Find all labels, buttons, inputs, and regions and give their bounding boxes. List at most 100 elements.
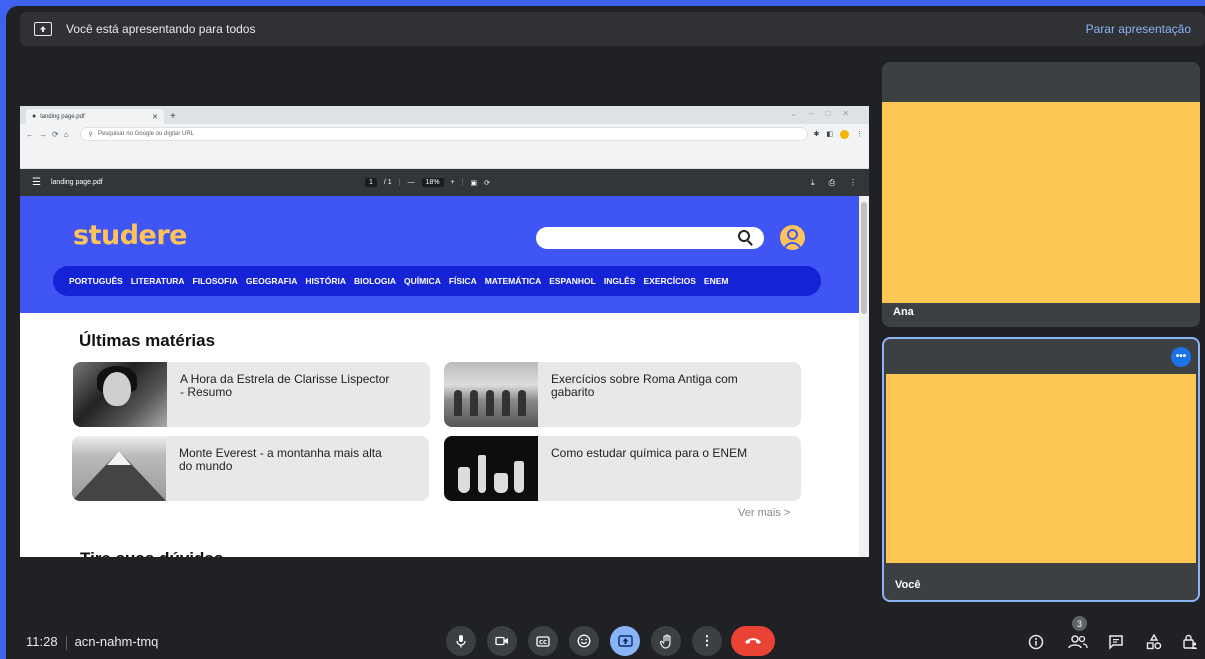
- nav-item[interactable]: MATEMÁTICA: [485, 276, 542, 286]
- raise-hand-button[interactable]: [651, 626, 681, 656]
- camera-button[interactable]: [487, 626, 517, 656]
- more-options-icon[interactable]: •••: [1171, 347, 1191, 367]
- article-card[interactable]: Como estudar química para o ENEM: [444, 436, 801, 501]
- microphone-icon: [456, 635, 466, 648]
- nav-item[interactable]: LITERATURA: [131, 276, 185, 286]
- pdf-content: studere PORTUGUÊS LITERATURA FILOSOFIA G…: [20, 196, 869, 557]
- article-thumbnail: [444, 436, 538, 501]
- nav-item[interactable]: INGLÊS: [604, 276, 636, 286]
- browser-tab-title: landing page.pdf: [40, 113, 85, 120]
- pdf-page-total: / 1: [383, 179, 392, 186]
- profile-avatar-icon[interactable]: [840, 129, 849, 139]
- camera-icon: [495, 636, 508, 646]
- search-icon[interactable]: [738, 230, 750, 242]
- leave-call-button[interactable]: [731, 626, 775, 656]
- nav-item[interactable]: QUÍMICA: [404, 276, 441, 286]
- browser-nav-icons[interactable]: ←→⟳⌂: [26, 130, 74, 139]
- more-vert-icon: ⋮: [700, 633, 714, 648]
- chat-button[interactable]: [1104, 630, 1128, 654]
- tab-close-icon[interactable]: ✕: [152, 113, 158, 121]
- nav-item[interactable]: ESPANHOL: [549, 276, 596, 286]
- scroll-thumb[interactable]: [861, 202, 867, 314]
- divider: |: [398, 179, 401, 186]
- participant-tile-ana[interactable]: Ana: [882, 62, 1200, 327]
- latest-articles-heading: Últimas matérias: [79, 331, 216, 350]
- more-options-button[interactable]: ⋮: [692, 626, 722, 656]
- article-thumbnail: [73, 362, 167, 427]
- participant-video: [882, 102, 1200, 303]
- extensions-icon[interactable]: ✱: [814, 130, 820, 138]
- emoji-icon: [577, 634, 591, 648]
- nav-item[interactable]: FÍSICA: [449, 276, 477, 286]
- menu-icon[interactable]: ☰: [32, 177, 41, 188]
- article-card[interactable]: Monte Everest - a montanha mais alta do …: [72, 436, 429, 501]
- activities-button[interactable]: [1142, 630, 1166, 654]
- new-tab-icon[interactable]: +: [170, 111, 176, 122]
- pdf-file-name: landing page.pdf: [50, 179, 103, 186]
- participant-name: Você: [895, 579, 921, 591]
- microphone-button[interactable]: [446, 626, 476, 656]
- pdf-zoom-input[interactable]: 18%: [421, 178, 444, 187]
- article-title: A Hora da Estrela de Clarisse Lispector …: [180, 372, 390, 399]
- participant-tile-you[interactable]: ••• Você: [882, 337, 1200, 602]
- article-title: Exercícios sobre Roma Antiga com gabarit…: [551, 372, 738, 399]
- address-bar[interactable]: ⚲ Pesquisar no Google ou digitar URL: [79, 127, 808, 141]
- reactions-button[interactable]: [569, 626, 599, 656]
- nav-item[interactable]: PORTUGUÊS: [69, 276, 123, 286]
- fit-page-icon[interactable]: ▣: [470, 179, 477, 187]
- site-search-input[interactable]: [536, 227, 764, 249]
- article-card[interactable]: A Hora da Estrela de Clarisse Lispector …: [73, 362, 430, 427]
- participant-video: [886, 374, 1196, 563]
- window-controls-icon[interactable]: ⌄–□✕: [790, 109, 861, 118]
- user-avatar-icon[interactable]: [780, 225, 805, 250]
- pdf-scrollbar[interactable]: [859, 196, 869, 557]
- browser-tab[interactable]: ● landing page.pdf ✕: [26, 109, 164, 124]
- people-icon: [1068, 635, 1088, 649]
- browser-menu-icon[interactable]: ⋮: [856, 130, 863, 138]
- nav-item[interactable]: BIOLOGIA: [354, 276, 396, 286]
- captions-icon: CC: [536, 635, 550, 647]
- people-button[interactable]: [1066, 630, 1090, 654]
- pdf-page-controls: 1 / 1 | — 18% + | ▣ ⟳: [365, 178, 490, 187]
- see-more-link[interactable]: Ver mais >: [738, 507, 790, 519]
- nav-item[interactable]: FILOSOFIA: [193, 276, 238, 286]
- lock-person-icon: [1183, 634, 1197, 649]
- zoom-out-icon[interactable]: —: [408, 179, 415, 186]
- browser-tab-strip: ● landing page.pdf ✕ + ⌄–□✕: [20, 106, 869, 124]
- article-title: Como estudar química para o ENEM: [551, 446, 748, 460]
- host-controls-button[interactable]: [1178, 630, 1202, 654]
- nav-item[interactable]: GEOGRAFIA: [246, 276, 297, 286]
- divider: [65, 635, 67, 650]
- rotate-icon[interactable]: ⟳: [484, 179, 490, 187]
- meeting-info: 11:28 acn-nahm-tmq: [26, 634, 158, 650]
- download-icon[interactable]: ⤓: [811, 178, 815, 188]
- site-logo[interactable]: studere: [73, 220, 187, 251]
- meeting-details-button[interactable]: [1024, 630, 1048, 654]
- address-placeholder: Pesquisar no Google ou digitar URL: [97, 131, 195, 137]
- pdf-page-input[interactable]: 1: [365, 178, 377, 187]
- nav-item[interactable]: ENEM: [704, 276, 729, 286]
- activities-icon: [1146, 634, 1162, 650]
- zoom-in-icon[interactable]: +: [451, 179, 455, 186]
- sidepanel-icon[interactable]: ◧: [826, 130, 833, 138]
- chat-icon: [1109, 635, 1123, 650]
- globe-icon: ●: [32, 113, 37, 120]
- browser-toolbar-right: ✱ ◧ ⋮: [814, 129, 863, 139]
- presenting-bar: Você está apresentando para todos Parar …: [20, 12, 1205, 46]
- more-options-icon[interactable]: ⋮: [849, 178, 857, 188]
- article-card[interactable]: Exercícios sobre Roma Antiga com gabarit…: [444, 362, 801, 427]
- article-thumbnail: [444, 362, 538, 427]
- site-header: studere PORTUGUÊS LITERATURA FILOSOFIA G…: [20, 196, 869, 313]
- browser-toolbar: ←→⟳⌂ ⚲ Pesquisar no Google ou digitar UR…: [20, 124, 869, 144]
- divider: |: [461, 179, 464, 186]
- print-icon[interactable]: ⎙: [829, 178, 835, 188]
- present-button[interactable]: [610, 626, 640, 656]
- stop-presenting-button[interactable]: Parar apresentação: [1086, 22, 1191, 36]
- faq-heading: Tire suas dúvidas: [80, 549, 223, 557]
- nav-item[interactable]: HISTÓRIA: [305, 276, 346, 286]
- captions-button[interactable]: CC: [528, 626, 558, 656]
- nav-item[interactable]: EXERCÍCIOS: [643, 276, 695, 286]
- present-screen-icon: [617, 635, 633, 647]
- article-thumbnail: [72, 436, 166, 501]
- hang-up-icon: [745, 638, 761, 644]
